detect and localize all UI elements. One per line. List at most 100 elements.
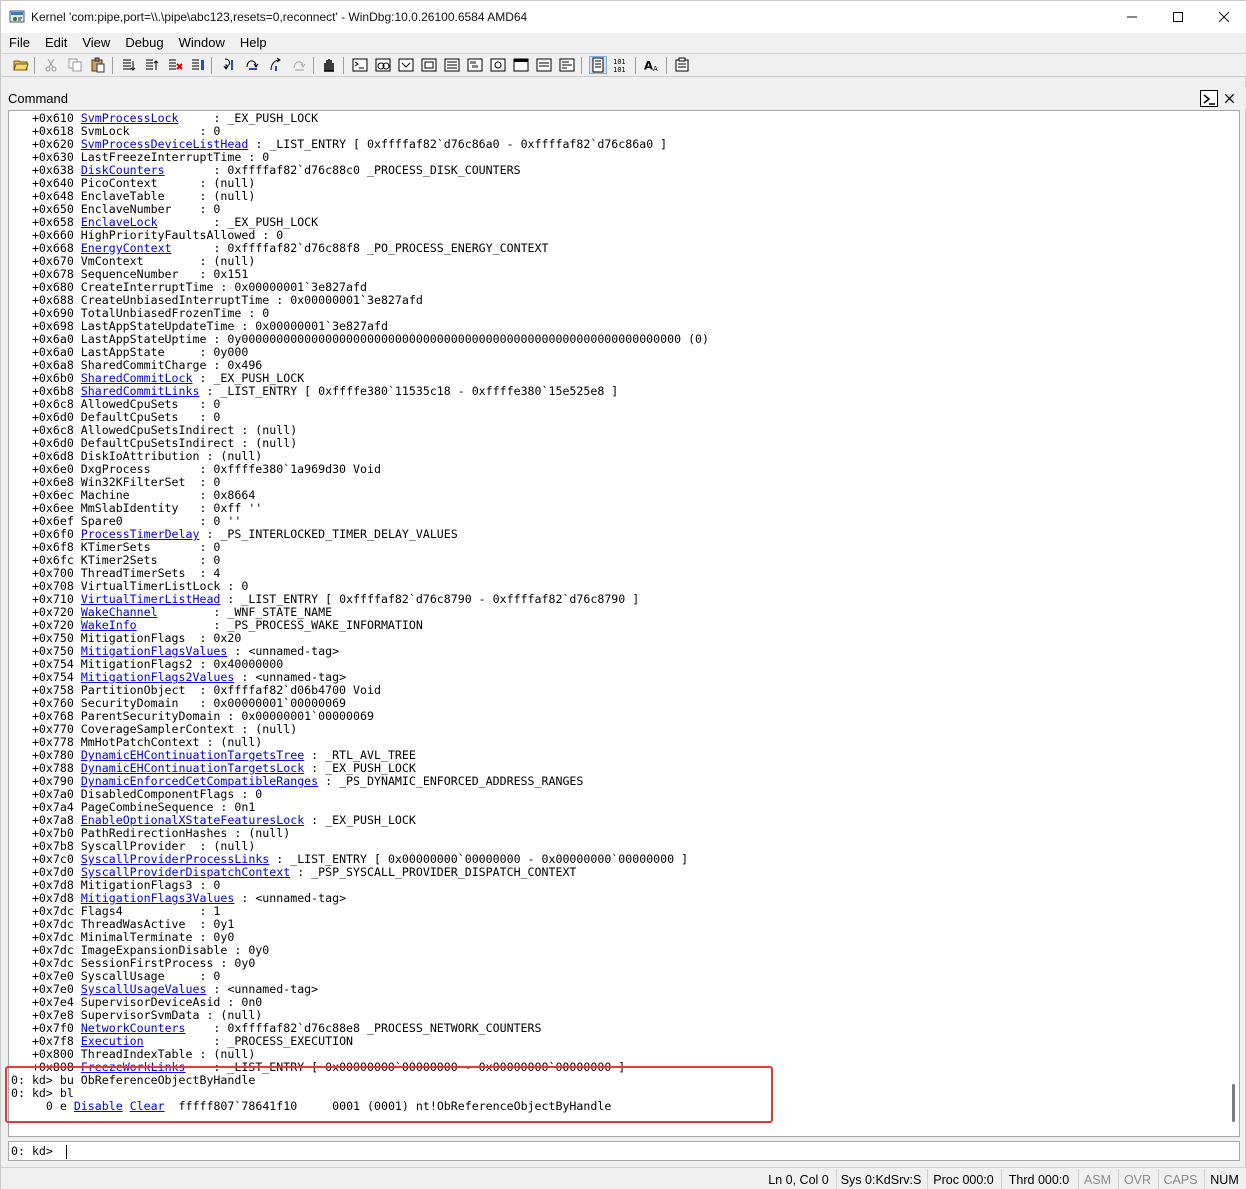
menu-help[interactable]: Help (232, 35, 274, 50)
run-to-cursor-button[interactable] (291, 57, 307, 73)
call-stack-button[interactable] (467, 57, 483, 73)
output-link[interactable]: DynamicEnforcedCetCompatibleRanges (81, 774, 318, 788)
command-input-field[interactable]: 0: kd> (8, 1141, 1240, 1161)
processes-threads-button[interactable] (536, 57, 552, 73)
hex-display-button[interactable]: 101 101 (613, 57, 629, 73)
output-text: : <unnamed-tag> (234, 891, 347, 905)
minimize-button[interactable] (1109, 1, 1155, 33)
paste-button[interactable] (90, 57, 106, 73)
open-button[interactable] (13, 57, 29, 73)
output-link[interactable]: SharedCommitLock (81, 371, 193, 385)
output-link[interactable]: MitigationFlags2Values (81, 670, 235, 684)
registers-window-button[interactable] (421, 57, 437, 73)
output-link[interactable]: SyscallUsageValues (81, 982, 207, 996)
output-text: +0x640 PicoContext : (null) (11, 176, 256, 190)
scratch-pad-button[interactable] (513, 57, 529, 73)
output-text: +0x708 VirtualTimerListLock : 0 (11, 579, 249, 593)
menu-debug[interactable]: Debug (117, 35, 170, 50)
output-text: +0x630 LastFreezeInterruptTime : 0 (11, 150, 270, 164)
close-button[interactable] (1201, 1, 1246, 33)
output-text: +0x6f0 (11, 527, 81, 541)
command-output-pane[interactable]: +0x610 SvmProcessLock : _EX_PUSH_LOCK +0… (8, 110, 1240, 1137)
toolbar-separator (112, 57, 113, 74)
output-link[interactable]: DynamicEHContinuationTargetsLock (81, 761, 304, 775)
memory-window-button[interactable] (444, 57, 460, 73)
output-text: +0x6c8 AllowedCpuSetsIndirect : (null) (11, 423, 298, 437)
output-link[interactable]: EnergyContext (81, 241, 172, 255)
output-link[interactable]: WakeInfo (81, 618, 137, 632)
window-title: Kernel 'com:pipe,port=\\.\pipe\abc123,re… (31, 10, 528, 24)
stop-debugging-button[interactable] (167, 57, 183, 73)
disassembly-icon (490, 58, 506, 72)
output-link[interactable]: SharedCommitLinks (81, 384, 200, 398)
menu-edit[interactable]: Edit (37, 35, 74, 50)
output-link[interactable]: MitigationFlagsValues (81, 644, 228, 658)
toolbar-separator (581, 57, 582, 74)
output-text: : 0xffffaf82`d76c88c0 _PROCESS_DISK_COUN… (164, 163, 521, 177)
watch-window-button[interactable] (375, 57, 391, 73)
locals-window-button[interactable] (398, 57, 414, 73)
disassembly-button[interactable] (490, 57, 506, 73)
command-window-button[interactable] (352, 57, 368, 73)
output-text: fffff807`78641f10 0001 (0001) nt!ObRefer… (164, 1099, 612, 1113)
output-text: +0x790 (11, 774, 81, 788)
open-icon (13, 60, 29, 71)
options-button[interactable] (674, 57, 690, 73)
insert-breakpoint-button[interactable] (321, 57, 337, 73)
maximize-button[interactable] (1155, 1, 1201, 33)
output-link[interactable]: Clear (130, 1099, 165, 1113)
vertical-scrollbar[interactable] (1229, 111, 1239, 1136)
output-link[interactable]: WakeChannel (81, 605, 158, 619)
status-ovr: OVR (1118, 1169, 1156, 1189)
output-text: +0x700 ThreadTimerSets : 4 (11, 566, 221, 580)
output-text: +0x720 (11, 605, 81, 619)
output-text: +0x690 TotalUnbiasedFrozenTime : 0 (11, 306, 270, 320)
output-link[interactable]: NetworkCounters (81, 1021, 186, 1035)
output-link[interactable]: SyscallProviderDispatchContext (81, 865, 290, 879)
restart-button[interactable] (144, 57, 160, 73)
copy-button[interactable] (67, 57, 83, 73)
output-link[interactable]: ProcessTimerDelay (81, 527, 200, 541)
command-window-header: Command (1, 87, 1246, 109)
go-button[interactable] (121, 57, 137, 73)
font-button[interactable]: AA (644, 57, 660, 73)
cut-button[interactable] (43, 57, 59, 73)
insert-breakpoint-icon (324, 59, 334, 72)
output-link[interactable]: DiskCounters (81, 163, 165, 177)
output-link[interactable]: DynamicEHContinuationTargetsTree (81, 748, 304, 762)
output-link[interactable]: SyscallProviderProcessLinks (81, 852, 269, 866)
output-link[interactable]: Disable (74, 1099, 123, 1113)
output-text: +0x7dc ImageExpansionDisable : 0y0 (11, 943, 270, 957)
source-mode-button[interactable] (589, 56, 607, 74)
command-window-close-button[interactable] (1220, 89, 1238, 107)
output-link[interactable]: Execution (81, 1034, 144, 1048)
menu-window[interactable]: Window (171, 35, 232, 50)
command-output-text: +0x610 SvmProcessLock : _EX_PUSH_LOCK +0… (11, 112, 709, 1113)
step-out-button[interactable] (267, 57, 283, 73)
step-over-button[interactable] (244, 57, 260, 73)
menu-view[interactable]: View (74, 35, 117, 50)
output-link[interactable]: SvmProcessDeviceListHead (81, 137, 249, 151)
output-text: : _LIST_ENTRY [ 0x00000000`00000000 - 0x… (269, 852, 689, 866)
output-text: +0x808 (11, 1060, 81, 1074)
break-button[interactable] (190, 57, 206, 73)
output-text: +0x7e4 SupervisorDeviceAsid : 0n0 (11, 995, 263, 1009)
output-text: +0x7b8 SyscallProvider : (null) (11, 839, 256, 853)
output-link[interactable]: VirtualTimerListHead (81, 592, 221, 606)
output-link[interactable]: MitigationFlags3Values (81, 891, 235, 905)
output-text: +0x660 HighPriorityFaultsAllowed : 0 (11, 228, 284, 242)
output-link[interactable]: EnableOptionalXStateFeaturesLock (81, 813, 304, 827)
source-window-button[interactable] (559, 57, 575, 73)
output-text: : _PSP_SYSCALL_PROVIDER_DISPATCH_CONTEXT (290, 865, 577, 879)
go-icon (123, 59, 136, 71)
output-link[interactable]: EnclaveLock (81, 215, 158, 229)
command-prompt-button[interactable] (1200, 90, 1218, 107)
step-into-button[interactable] (221, 57, 237, 73)
output-link[interactable]: FreezeWorkLinks (81, 1060, 186, 1074)
output-link[interactable]: SvmProcessLock (81, 111, 179, 125)
output-text: +0x7d8 MitigationFlags3 : 0 (11, 878, 221, 892)
scrollbar-thumb[interactable] (1232, 1084, 1235, 1122)
title-bar[interactable]: Kernel 'com:pipe,port=\\.\pipe\abc123,re… (1, 1, 1246, 33)
command-prompt-text: 0: kd> (11, 1144, 60, 1158)
menu-file[interactable]: File (1, 35, 37, 50)
